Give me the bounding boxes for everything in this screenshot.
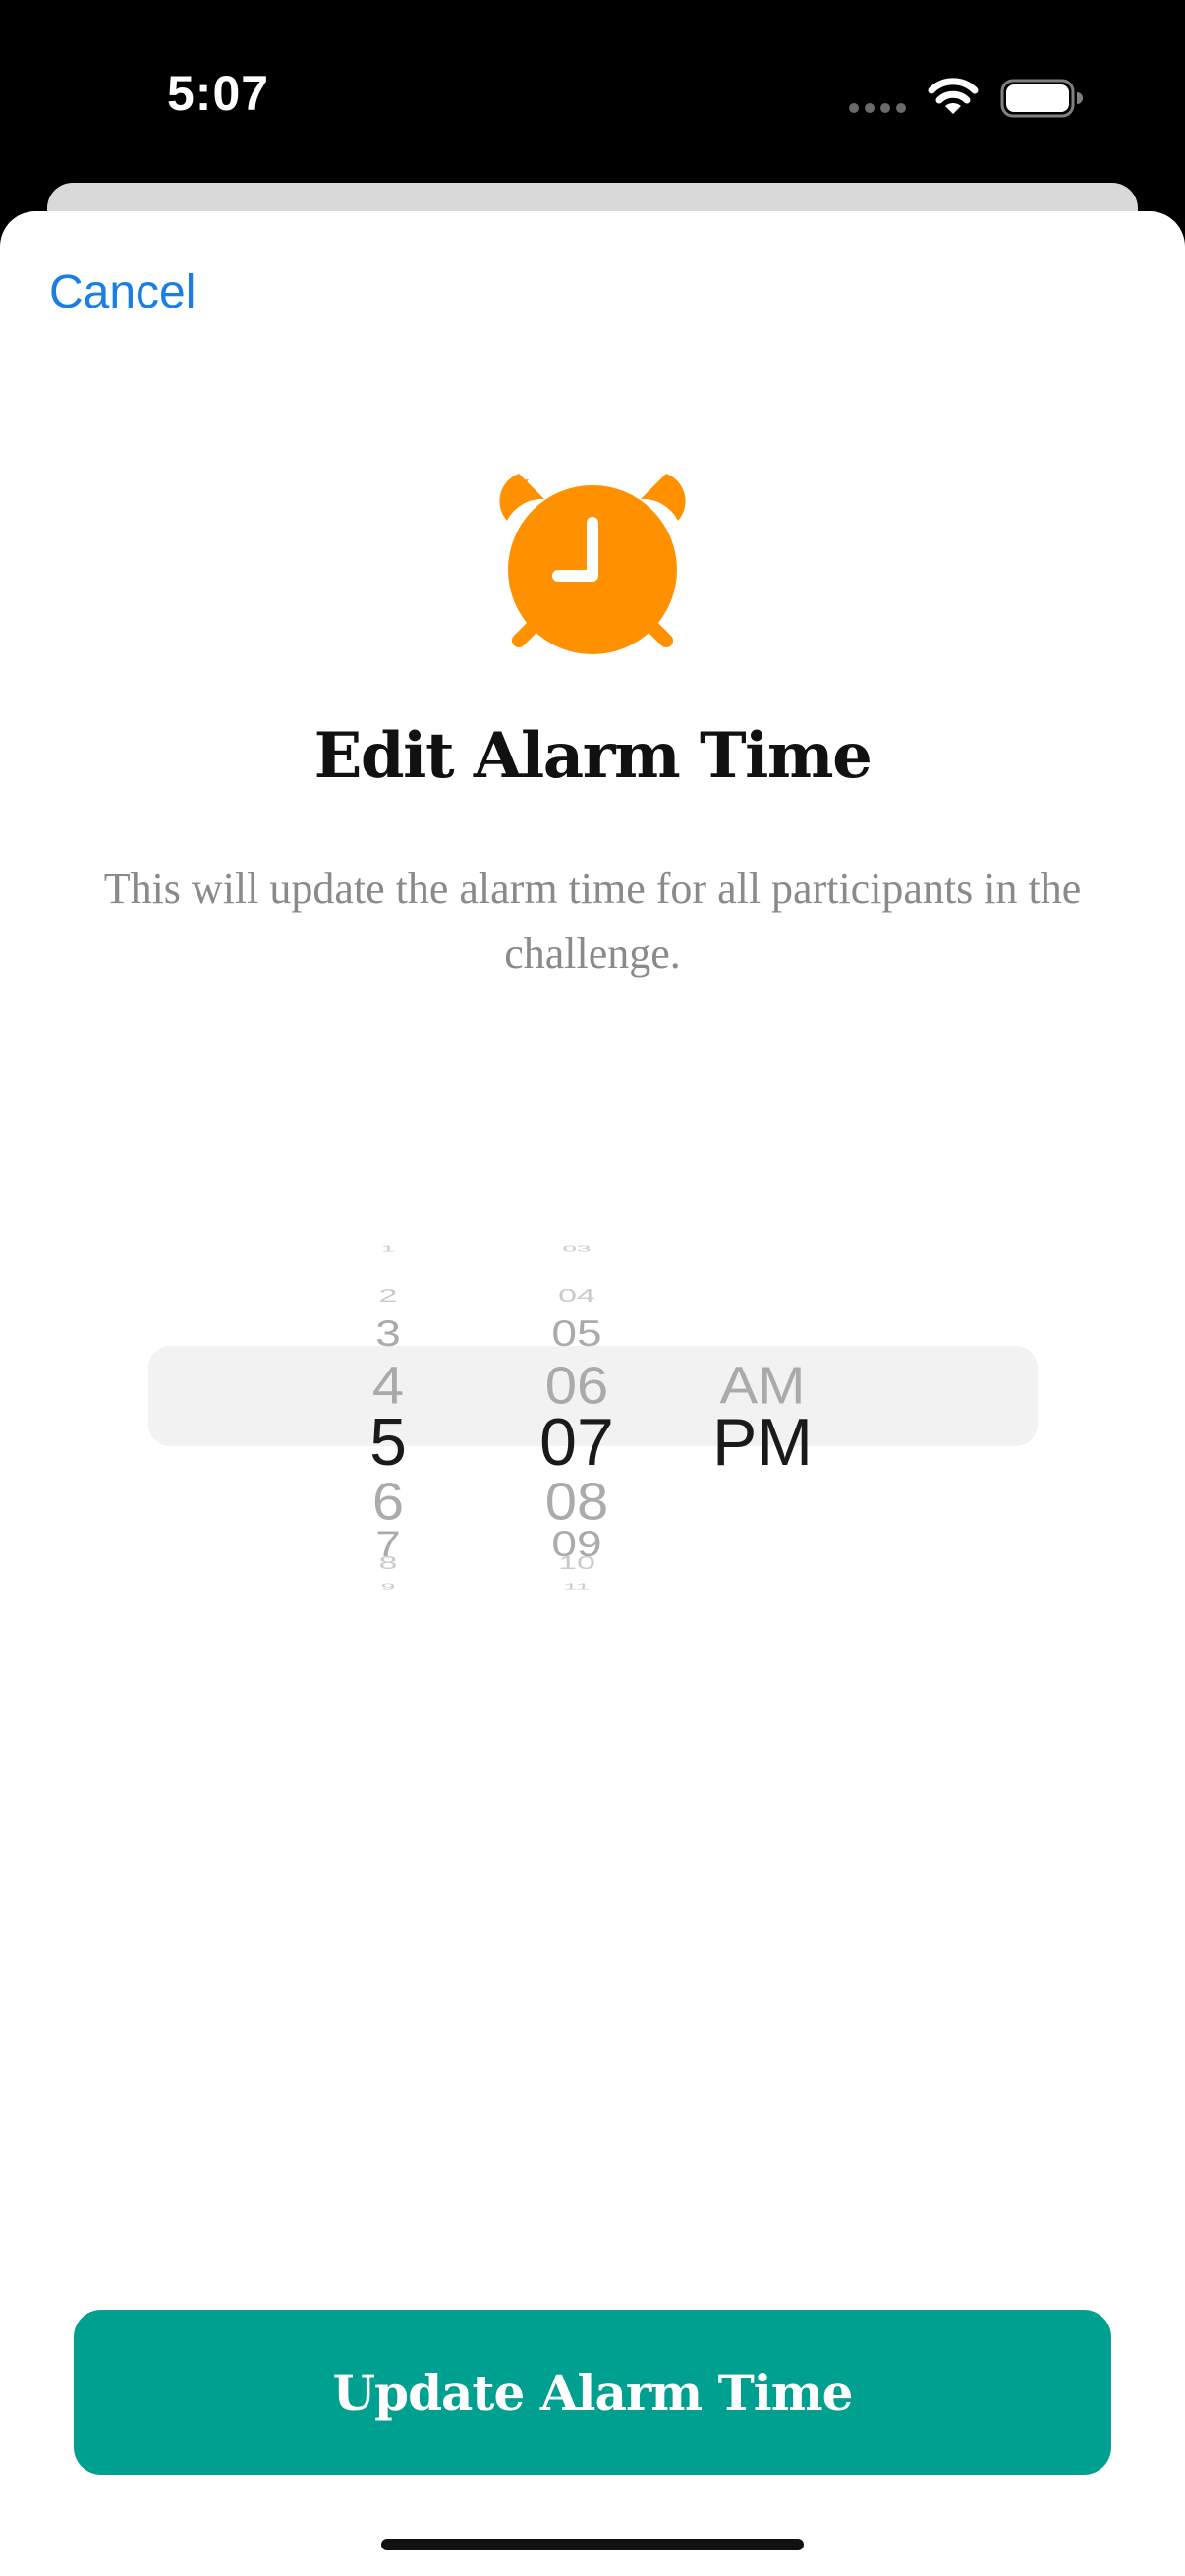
home-indicator <box>381 2539 804 2550</box>
battery-icon <box>1000 79 1083 118</box>
minute-option[interactable]: 08 <box>483 1476 670 1529</box>
minute-wheel[interactable]: 03 04 05 06 07 08 09 10 11 <box>483 1120 670 1660</box>
hour-option[interactable]: 2 <box>295 1287 481 1306</box>
hour-option[interactable]: 9 <box>295 1583 481 1591</box>
minute-option[interactable]: 03 <box>483 1245 670 1253</box>
page-title: Edit Alarm Time <box>313 719 873 793</box>
update-alarm-time-button[interactable]: Update Alarm Time <box>74 2310 1111 2475</box>
hour-option[interactable]: 5 <box>295 1409 481 1476</box>
minute-option[interactable]: 07 <box>483 1409 670 1476</box>
minute-option[interactable]: 04 <box>483 1287 670 1306</box>
minute-option[interactable]: 05 <box>483 1316 670 1352</box>
hour-option[interactable]: 8 <box>295 1554 481 1573</box>
period-option[interactable]: PM <box>664 1409 861 1476</box>
period-wheel[interactable]: AM PM <box>664 1120 861 1660</box>
time-picker[interactable]: 123456789 03 04 05 06 07 08 09 10 11 AM PM <box>0 1120 1185 1660</box>
wifi-icon <box>928 78 979 114</box>
page-subtitle: This will update the alarm time for all … <box>103 865 1082 978</box>
status-bar: 5:07 <box>0 0 1185 187</box>
minute-option[interactable]: 10 <box>483 1554 670 1573</box>
hour-wheel[interactable]: 123456789 <box>295 1120 481 1660</box>
cellular-signal-icon <box>849 103 906 113</box>
alarm-clock-icon <box>499 474 686 654</box>
hour-option[interactable]: 3 <box>295 1316 481 1352</box>
minute-option[interactable]: 11 <box>483 1583 670 1591</box>
hour-option[interactable]: 6 <box>295 1476 481 1529</box>
status-time: 5:07 <box>167 66 270 121</box>
cancel-button[interactable]: Cancel <box>49 265 196 319</box>
hour-option[interactable]: 1 <box>295 1245 481 1253</box>
